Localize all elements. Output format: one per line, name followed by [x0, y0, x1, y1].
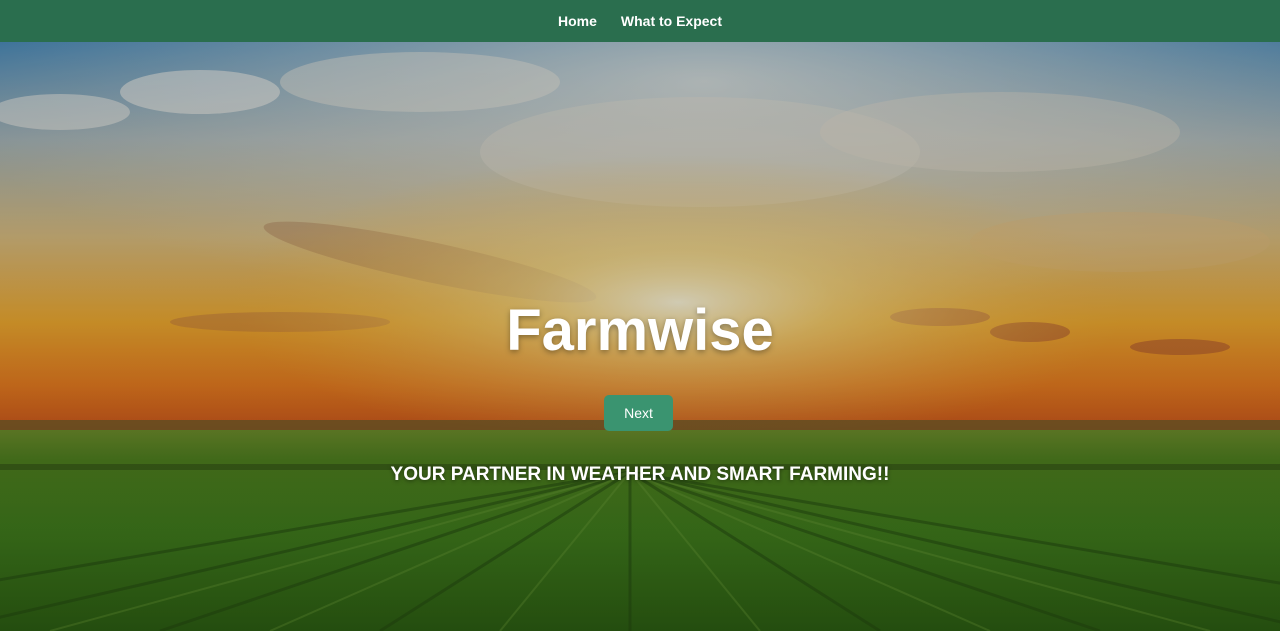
top-navbar: Home What to Expect [0, 0, 1280, 42]
hero-title: Farmwise [506, 298, 774, 363]
page: Home What to Expect Farmwise Next YOUR P… [0, 0, 1280, 631]
next-button[interactable]: Next [604, 395, 673, 431]
nav-link-home[interactable]: Home [558, 13, 597, 29]
hero-tagline: YOUR PARTNER IN WEATHER AND SMART FARMIN… [390, 464, 890, 485]
nav-link-what-to-expect[interactable]: What to Expect [621, 13, 722, 29]
hero-content: Farmwise Next YOUR PARTNER IN WEATHER AN… [0, 42, 1280, 631]
